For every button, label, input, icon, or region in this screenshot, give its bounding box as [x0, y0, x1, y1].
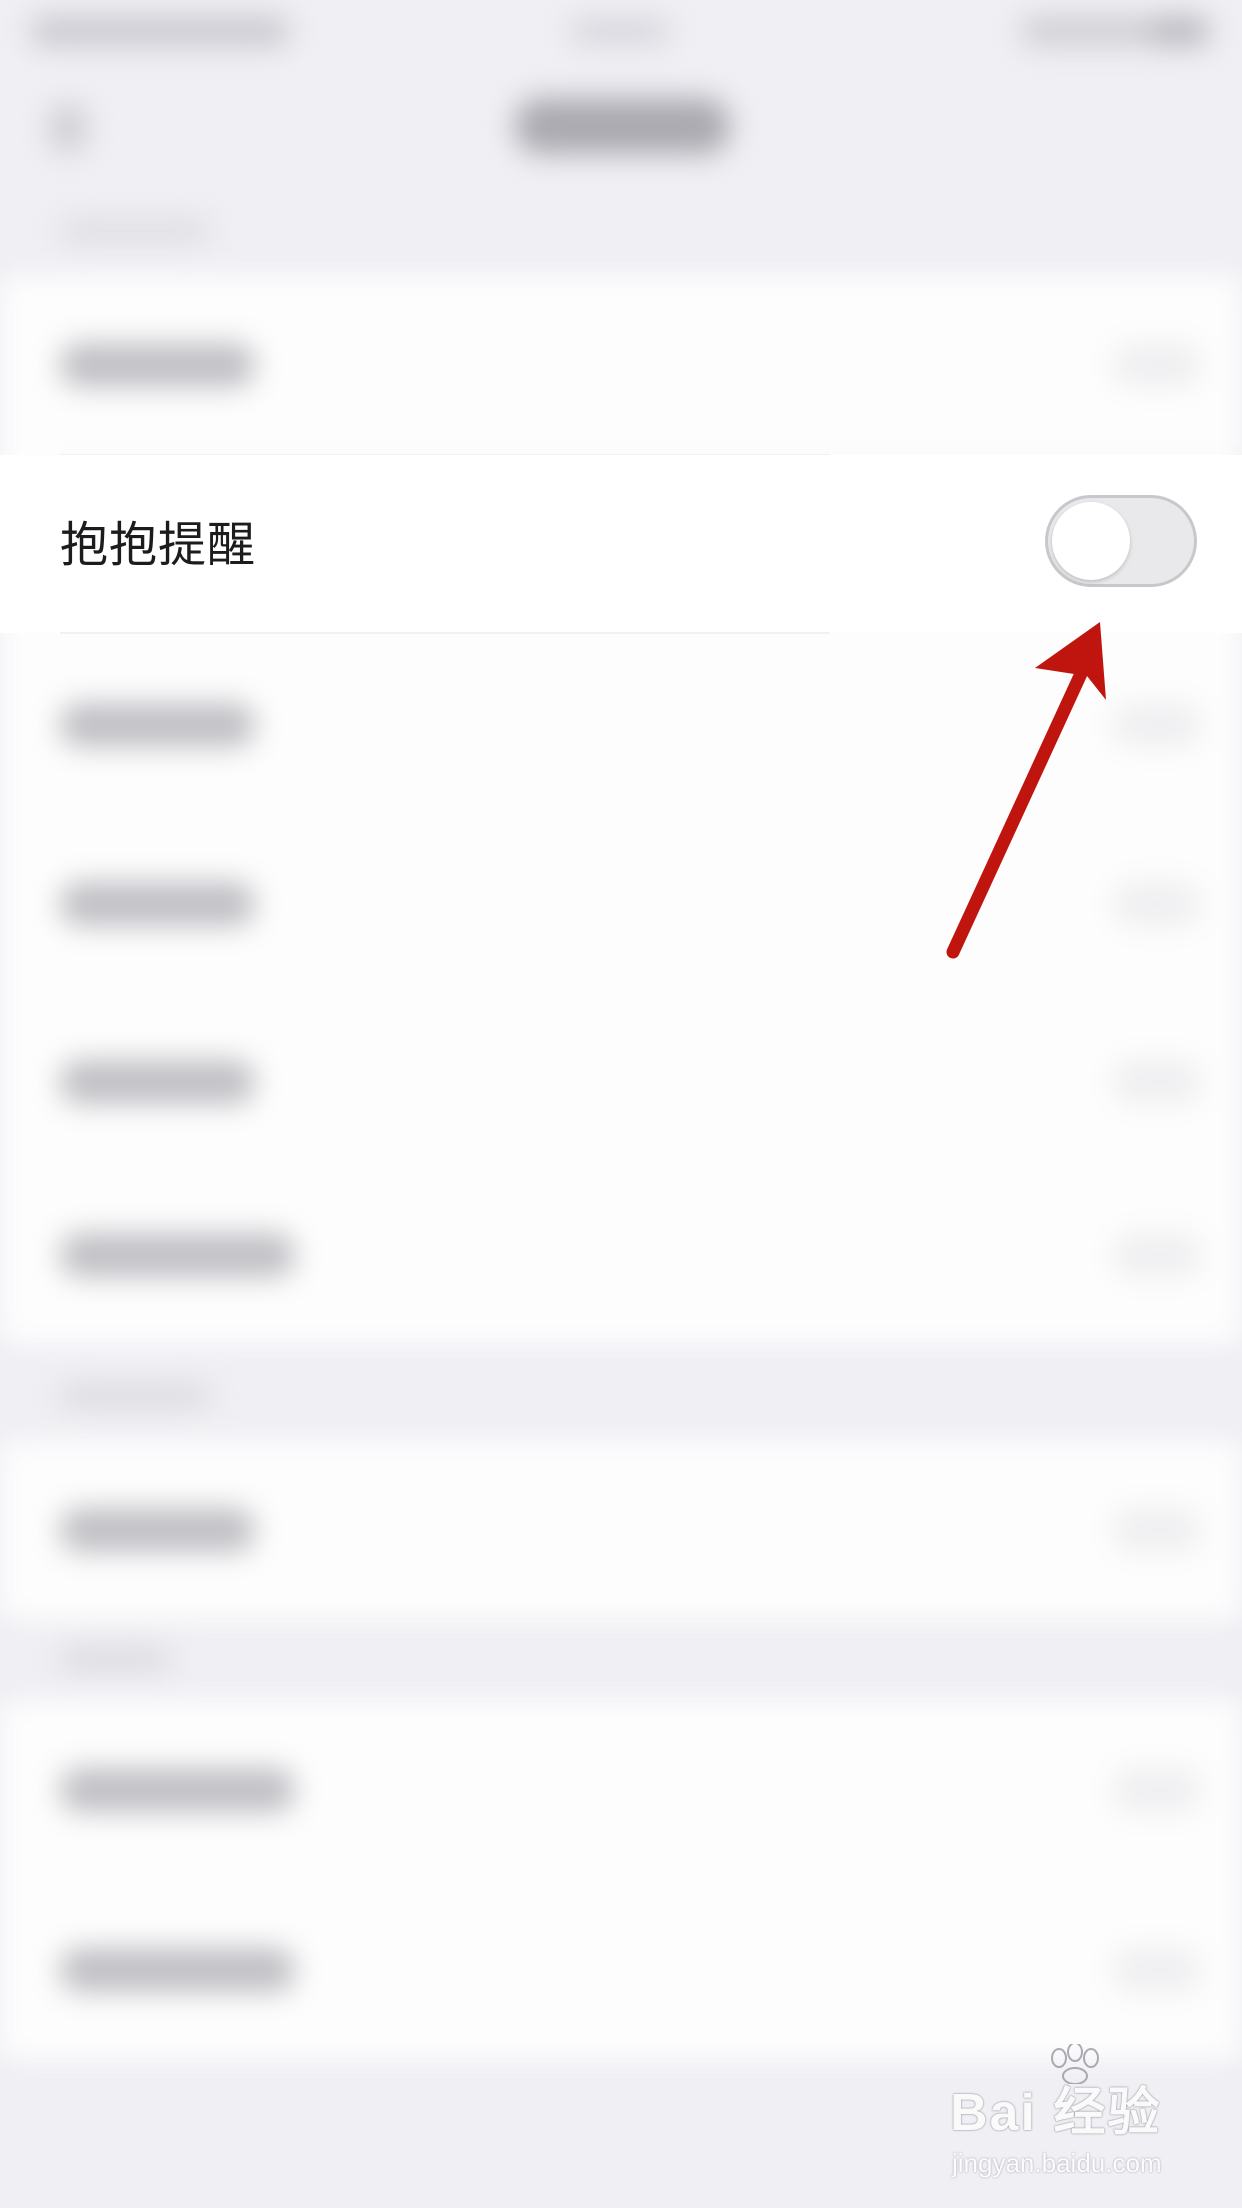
navigation-bar: [0, 60, 1242, 250]
status-bar-center: [570, 18, 670, 44]
settings-group-1: [0, 275, 1242, 1315]
toggle-knob: [1052, 502, 1130, 580]
baidu-jingyan-watermark: Bai 经验 jingyan.baidu.com: [950, 2044, 1220, 2190]
row-divider: [60, 632, 830, 634]
blurred-background: [0, 0, 1242, 2208]
watermark-url: jingyan.baidu.com: [952, 2148, 1162, 2178]
settings-row-blurred[interactable]: [0, 1440, 1242, 1620]
toggle-switch[interactable]: [1045, 495, 1197, 587]
status-bar: [0, 0, 1242, 60]
setting-label: 抱抱提醒: [60, 517, 257, 573]
settings-row-blurred[interactable]: [0, 815, 1242, 993]
settings-row-blurred[interactable]: [0, 1165, 1242, 1345]
status-bar-left: [30, 16, 290, 46]
section-header-blurred: [60, 1385, 210, 1407]
settings-row-blurred[interactable]: [0, 1880, 1242, 2060]
status-bar-right: [1020, 16, 1210, 46]
settings-row-blurred[interactable]: [0, 635, 1242, 815]
section-header-blurred: [60, 220, 210, 242]
settings-row-blurred[interactable]: [0, 993, 1242, 1171]
settings-group-2: [0, 1440, 1242, 1620]
settings-row-blurred[interactable]: [0, 275, 1242, 455]
setting-row-hug-reminder: 抱抱提醒: [0, 455, 1242, 633]
page-title-blurred: [515, 98, 730, 154]
back-icon[interactable]: [50, 105, 86, 151]
settings-row-blurred[interactable]: [0, 1700, 1242, 1880]
settings-group-3: [0, 1700, 1242, 2060]
section-header-blurred: [60, 1648, 170, 1670]
watermark-logo: Bai 经验: [950, 2084, 1162, 2142]
